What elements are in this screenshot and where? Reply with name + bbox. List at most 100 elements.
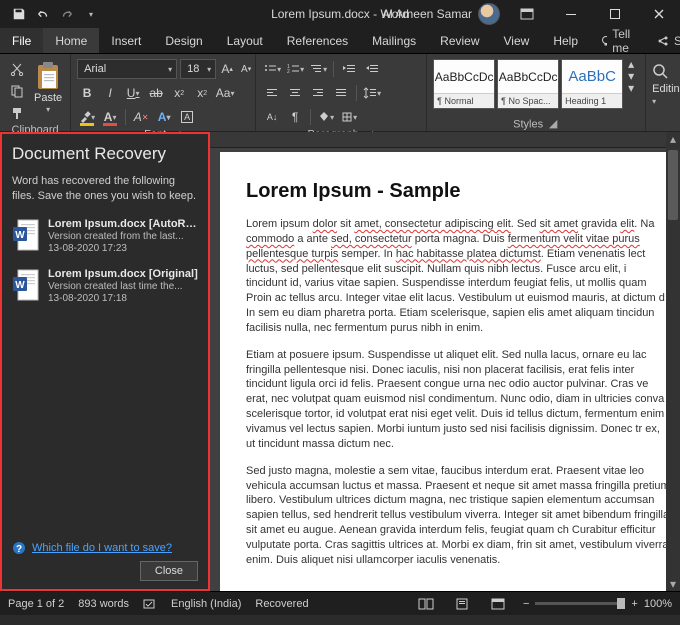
tab-view[interactable]: View: [492, 28, 542, 53]
show-marks-icon[interactable]: ¶: [285, 107, 305, 127]
status-language[interactable]: English (India): [171, 598, 241, 610]
find-icon: [652, 63, 670, 81]
increase-indent-icon[interactable]: [362, 59, 382, 79]
superscript-icon[interactable]: x2: [192, 83, 212, 103]
decrease-indent-icon[interactable]: [339, 59, 359, 79]
highlight-icon[interactable]: ▾: [77, 107, 97, 127]
subscript-icon[interactable]: x2: [169, 83, 189, 103]
multilevel-list-icon[interactable]: ▾: [308, 59, 328, 79]
numbering-icon[interactable]: 12▾: [285, 59, 305, 79]
tab-home[interactable]: Home: [43, 28, 99, 53]
ribbon-options-icon[interactable]: [510, 0, 544, 28]
share-label: Share: [674, 34, 680, 48]
tab-insert[interactable]: Insert: [99, 28, 153, 53]
scroll-down-icon[interactable]: ▾: [666, 577, 680, 591]
styles-gallery-more[interactable]: ▴ ▾ ▾: [625, 59, 639, 95]
group-clipboard: Paste ▾ Clipboard◢: [0, 54, 71, 131]
recovery-item-desc: Version created from the last...: [48, 231, 198, 242]
tab-file[interactable]: File: [0, 28, 43, 53]
share-button[interactable]: Share: [645, 28, 680, 53]
tell-me[interactable]: Tell me: [590, 28, 645, 53]
line-spacing-icon[interactable]: ▾: [362, 83, 382, 103]
paste-icon: [34, 61, 62, 91]
style-no-spacing[interactable]: AaBbCcDc ¶ No Spac...: [497, 59, 559, 109]
status-words[interactable]: 893 words: [78, 598, 129, 610]
avatar: [478, 3, 500, 25]
recovery-item-time: 13-08-2020 17:23: [48, 243, 198, 254]
tab-mailings[interactable]: Mailings: [360, 28, 428, 53]
recovery-item[interactable]: W Lorem Ipsum.docx [Original] Version cr…: [12, 268, 198, 304]
tab-references[interactable]: References: [275, 28, 360, 53]
change-case-icon[interactable]: Aa▾: [215, 83, 235, 103]
close-icon[interactable]: [642, 0, 676, 28]
zoom-out-icon[interactable]: −: [523, 598, 529, 610]
clear-formatting-icon[interactable]: A✕: [131, 107, 151, 127]
tell-me-label: Tell me: [612, 27, 635, 55]
group-font: Arial▾ 18▾ A▴ A▾ B I U▾ ab x2 x2 Aa▾ ▾ A…: [71, 54, 256, 131]
web-layout-icon[interactable]: [487, 595, 509, 613]
more-icon[interactable]: ▾: [625, 83, 637, 93]
tab-help[interactable]: Help: [541, 28, 590, 53]
recovery-close-button[interactable]: Close: [140, 561, 198, 581]
strikethrough-icon[interactable]: ab: [146, 83, 166, 103]
text-effects-icon[interactable]: A▾: [154, 107, 174, 127]
shading-icon[interactable]: ▾: [316, 107, 336, 127]
tab-design[interactable]: Design: [153, 28, 214, 53]
undo-icon[interactable]: [32, 3, 54, 25]
group-editing: Editing ▾: [646, 54, 680, 131]
chevron-down-icon[interactable]: ▾: [625, 71, 637, 81]
cut-icon[interactable]: [6, 59, 28, 79]
zoom-slider[interactable]: [535, 602, 625, 605]
align-left-icon[interactable]: [262, 83, 282, 103]
print-layout-icon[interactable]: [451, 595, 473, 613]
recovery-item[interactable]: W Lorem Ipsum.docx [AutoRe... Version cr…: [12, 218, 198, 254]
proofing-icon[interactable]: [143, 598, 157, 610]
justify-icon[interactable]: [331, 83, 351, 103]
grow-font-icon[interactable]: A▴: [219, 59, 235, 79]
font-color-icon[interactable]: A▾: [100, 107, 120, 127]
copy-icon[interactable]: [6, 81, 28, 101]
bold-icon[interactable]: B: [77, 83, 97, 103]
document-viewport: Lorem Ipsum - Sample Lorem ipsum dolor s…: [210, 132, 680, 591]
font-name-value: Arial: [84, 63, 106, 75]
svg-text:?: ?: [16, 544, 22, 555]
underline-icon[interactable]: U▾: [123, 83, 143, 103]
maximize-icon[interactable]: [598, 0, 632, 28]
sort-icon[interactable]: A↓: [262, 107, 282, 127]
read-mode-icon[interactable]: [415, 595, 437, 613]
borders-icon[interactable]: ▾: [339, 107, 359, 127]
scroll-up-icon[interactable]: ▴: [666, 132, 680, 146]
style-heading1[interactable]: AaBbC Heading 1: [561, 59, 623, 109]
save-icon[interactable]: [8, 3, 30, 25]
minimize-icon[interactable]: [554, 0, 588, 28]
doc-title: Lorem Ipsum.docx - Word: [271, 7, 409, 21]
format-painter-icon[interactable]: [6, 103, 28, 123]
font-name-combo[interactable]: Arial▾: [77, 59, 177, 79]
status-page[interactable]: Page 1 of 2: [8, 598, 64, 610]
zoom-value[interactable]: 100%: [644, 598, 672, 610]
zoom-slider-thumb[interactable]: [617, 598, 625, 609]
character-border-icon[interactable]: A: [177, 107, 197, 127]
dialog-launcher-icon[interactable]: ◢: [547, 118, 559, 130]
document-recovery-pane: Document Recovery Word has recovered the…: [0, 132, 210, 591]
shrink-font-icon[interactable]: A▾: [238, 59, 254, 79]
zoom-in-icon[interactable]: +: [631, 598, 637, 610]
align-center-icon[interactable]: [285, 83, 305, 103]
align-right-icon[interactable]: [308, 83, 328, 103]
tab-layout[interactable]: Layout: [215, 28, 275, 53]
vertical-scrollbar[interactable]: ▴ ▾: [666, 132, 680, 591]
recovery-help-link[interactable]: Which file do I want to save?: [32, 542, 172, 554]
document-page[interactable]: Lorem Ipsum - Sample Lorem ipsum dolor s…: [220, 152, 680, 591]
qat-customize-icon[interactable]: ▾: [80, 3, 102, 25]
scroll-thumb[interactable]: [668, 150, 678, 220]
chevron-up-icon[interactable]: ▴: [625, 59, 637, 69]
font-size-combo[interactable]: 18▾: [180, 59, 216, 79]
redo-icon[interactable]: [56, 3, 78, 25]
ruler[interactable]: [210, 132, 680, 148]
bullets-icon[interactable]: ▾: [262, 59, 282, 79]
tab-review[interactable]: Review: [428, 28, 491, 53]
style-normal[interactable]: AaBbCcDc ¶ Normal: [433, 59, 495, 109]
paste-button[interactable]: Paste ▾: [32, 59, 64, 114]
editing-button[interactable]: Editing ▾: [652, 57, 680, 129]
italic-icon[interactable]: I: [100, 83, 120, 103]
